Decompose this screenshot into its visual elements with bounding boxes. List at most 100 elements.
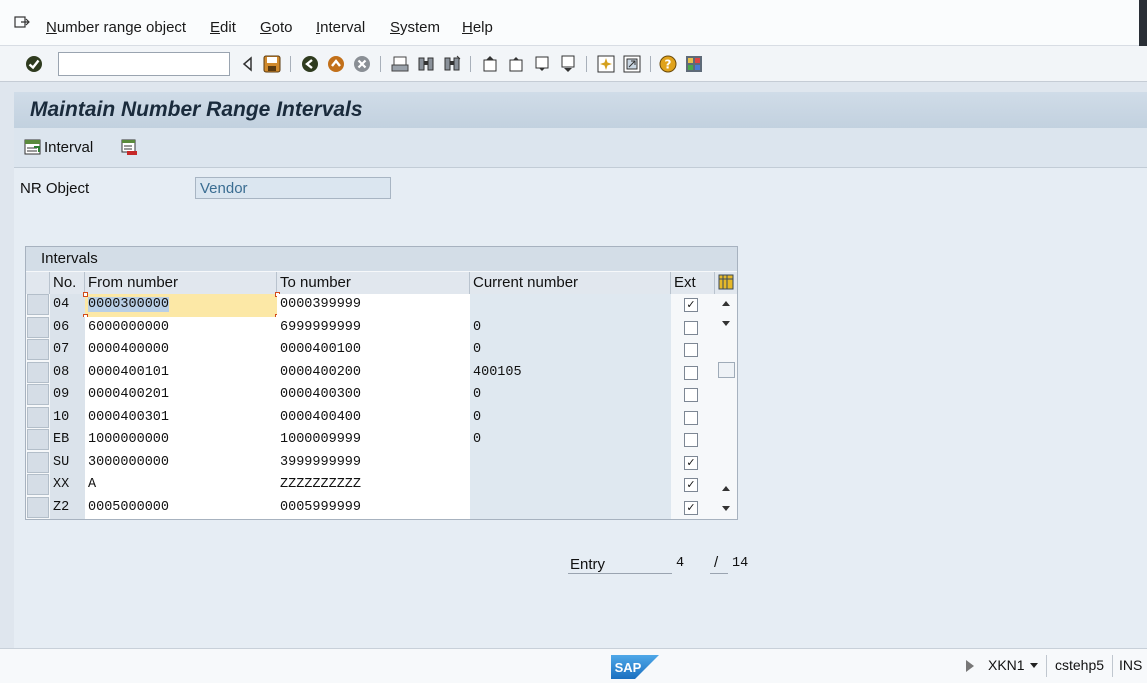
back-green-icon[interactable] bbox=[300, 54, 320, 74]
menu-number-range-object[interactable]: Number range object bbox=[46, 19, 186, 36]
cell-to-number[interactable]: 0000400300 bbox=[277, 384, 470, 407]
cell-from-number[interactable]: 0005000000 bbox=[85, 496, 277, 519]
ext-checkbox[interactable] bbox=[684, 388, 698, 402]
cell-to-number[interactable]: 0000399999 bbox=[277, 294, 470, 317]
cell-to-number[interactable]: 0000400400 bbox=[277, 406, 470, 429]
row-selector[interactable] bbox=[27, 339, 49, 360]
transaction-dropdown-icon[interactable] bbox=[1030, 663, 1038, 668]
cell-ext bbox=[671, 316, 711, 339]
command-field[interactable] bbox=[58, 52, 230, 76]
interval-button[interactable]: Interval bbox=[24, 138, 93, 156]
ext-checkbox[interactable] bbox=[684, 320, 698, 335]
cell-to-number[interactable]: 0000400100 bbox=[277, 339, 470, 362]
create-session-icon[interactable] bbox=[596, 54, 616, 74]
cell-current-number-text: 0 bbox=[473, 409, 482, 425]
ext-checkbox[interactable]: ✓ bbox=[684, 478, 698, 492]
row-selector[interactable] bbox=[27, 361, 49, 383]
scroll-page-down-icon[interactable] bbox=[722, 506, 730, 511]
cell-current-number-text: 0 bbox=[473, 342, 482, 357]
ext-checkbox[interactable]: ✓ bbox=[684, 455, 698, 470]
cell-to-number[interactable]: 0005999999 bbox=[277, 496, 470, 519]
last-page-icon[interactable] bbox=[558, 54, 578, 74]
ext-checkbox[interactable]: ✓ bbox=[684, 298, 698, 312]
col-header-to[interactable]: To number bbox=[277, 272, 470, 294]
scroll-thumb[interactable] bbox=[718, 362, 735, 378]
delete-interval-button[interactable] bbox=[120, 138, 138, 159]
find-next-icon[interactable] bbox=[442, 54, 462, 74]
cell-from-number[interactable]: 1000000000 bbox=[85, 429, 277, 452]
cell-from-number[interactable]: 6000000000 bbox=[85, 316, 277, 339]
cell-to-number-text: 0000400100 bbox=[280, 342, 362, 357]
scroll-up-icon[interactable] bbox=[722, 301, 730, 306]
cell-to-number[interactable]: 1000009999 bbox=[277, 429, 470, 452]
ext-checkbox[interactable]: ✓ bbox=[684, 500, 698, 515]
next-page-icon[interactable] bbox=[532, 54, 552, 74]
ext-checkbox[interactable] bbox=[684, 433, 698, 447]
col-header-from[interactable]: From number bbox=[85, 272, 277, 294]
cell-from-number-text: 0000400000 bbox=[88, 342, 170, 357]
intervals-table-title: Intervals bbox=[41, 250, 98, 267]
cell-from-number[interactable]: A bbox=[85, 474, 277, 497]
row-selector[interactable] bbox=[27, 294, 49, 315]
cell-from-number[interactable]: 0000400101 bbox=[85, 361, 277, 384]
sap-logo-icon: SAP bbox=[611, 655, 659, 679]
help-icon[interactable]: ? bbox=[658, 54, 678, 74]
cell-current-number-text: 400105 bbox=[473, 364, 522, 380]
row-selector[interactable] bbox=[27, 316, 49, 338]
status-mode[interactable]: INS bbox=[1119, 657, 1142, 673]
cell-no: Z2 bbox=[50, 496, 85, 519]
entry-current-field[interactable]: 4 bbox=[676, 556, 684, 571]
save-icon[interactable] bbox=[262, 54, 282, 74]
customize-layout-icon[interactable] bbox=[684, 54, 704, 74]
cell-no: 07 bbox=[50, 339, 85, 362]
menu-help[interactable]: Help bbox=[462, 19, 493, 36]
col-header-ext[interactable]: Ext bbox=[671, 272, 715, 294]
previous-page-icon[interactable] bbox=[506, 54, 526, 74]
row-selector[interactable] bbox=[27, 496, 49, 518]
menu-edit[interactable]: Edit bbox=[210, 19, 236, 36]
status-transaction[interactable]: XKN1 bbox=[988, 657, 1025, 673]
cell-to-number[interactable]: 6999999999 bbox=[277, 316, 470, 339]
print-icon[interactable] bbox=[390, 54, 410, 74]
first-page-icon[interactable] bbox=[480, 54, 500, 74]
scroll-down-icon[interactable] bbox=[722, 321, 730, 326]
cell-from-number[interactable]: 0000400000 bbox=[85, 339, 277, 362]
row-selector[interactable] bbox=[27, 429, 49, 450]
cancel-icon[interactable] bbox=[352, 54, 372, 74]
row-selector[interactable] bbox=[27, 474, 49, 495]
cell-from-number[interactable]: 3000000000 bbox=[85, 451, 277, 474]
cell-to-number[interactable]: 0000400200 bbox=[277, 361, 470, 384]
exit-icon[interactable] bbox=[326, 54, 346, 74]
select-all-header[interactable] bbox=[26, 272, 50, 294]
cell-no: SU bbox=[50, 451, 85, 474]
col-header-no[interactable]: No. bbox=[50, 272, 85, 294]
back-icon[interactable] bbox=[238, 54, 258, 74]
cell-to-number[interactable]: 3999999999 bbox=[277, 451, 470, 474]
cell-current-number-text: 0 bbox=[473, 319, 482, 335]
cell-current-number-text: 0 bbox=[473, 432, 482, 447]
cell-from-number[interactable]: 0000400201 bbox=[85, 384, 277, 407]
shortcut-icon[interactable] bbox=[622, 54, 642, 74]
cell-to-number[interactable]: ZZZZZZZZZZ bbox=[277, 474, 470, 497]
cell-from-number[interactable]: 0000300000 bbox=[83, 292, 280, 319]
status-expand-icon[interactable] bbox=[966, 660, 974, 672]
scroll-page-up-icon[interactable] bbox=[722, 486, 730, 491]
ext-checkbox[interactable] bbox=[684, 365, 698, 380]
table-vertical-scrollbar[interactable] bbox=[715, 294, 737, 519]
menu-interval[interactable]: Interval bbox=[316, 19, 365, 36]
cell-from-number[interactable]: 0000400301 bbox=[85, 406, 277, 429]
table-settings-button[interactable] bbox=[715, 272, 737, 294]
find-icon[interactable] bbox=[416, 54, 436, 74]
ext-checkbox[interactable] bbox=[684, 343, 698, 357]
ext-checkbox[interactable] bbox=[684, 410, 698, 425]
row-selector[interactable] bbox=[27, 406, 49, 428]
intervals-table-title-bar: Intervals bbox=[26, 247, 737, 271]
menu-system[interactable]: System bbox=[390, 19, 440, 36]
menu-goto[interactable]: Goto bbox=[260, 19, 293, 36]
row-selector[interactable] bbox=[27, 384, 49, 405]
cell-to-number-text: 0000400300 bbox=[280, 387, 362, 402]
row-selector[interactable] bbox=[27, 451, 49, 473]
menu-window-icon[interactable] bbox=[14, 16, 30, 30]
col-header-current[interactable]: Current number bbox=[470, 272, 671, 294]
enter-icon[interactable] bbox=[24, 54, 44, 74]
